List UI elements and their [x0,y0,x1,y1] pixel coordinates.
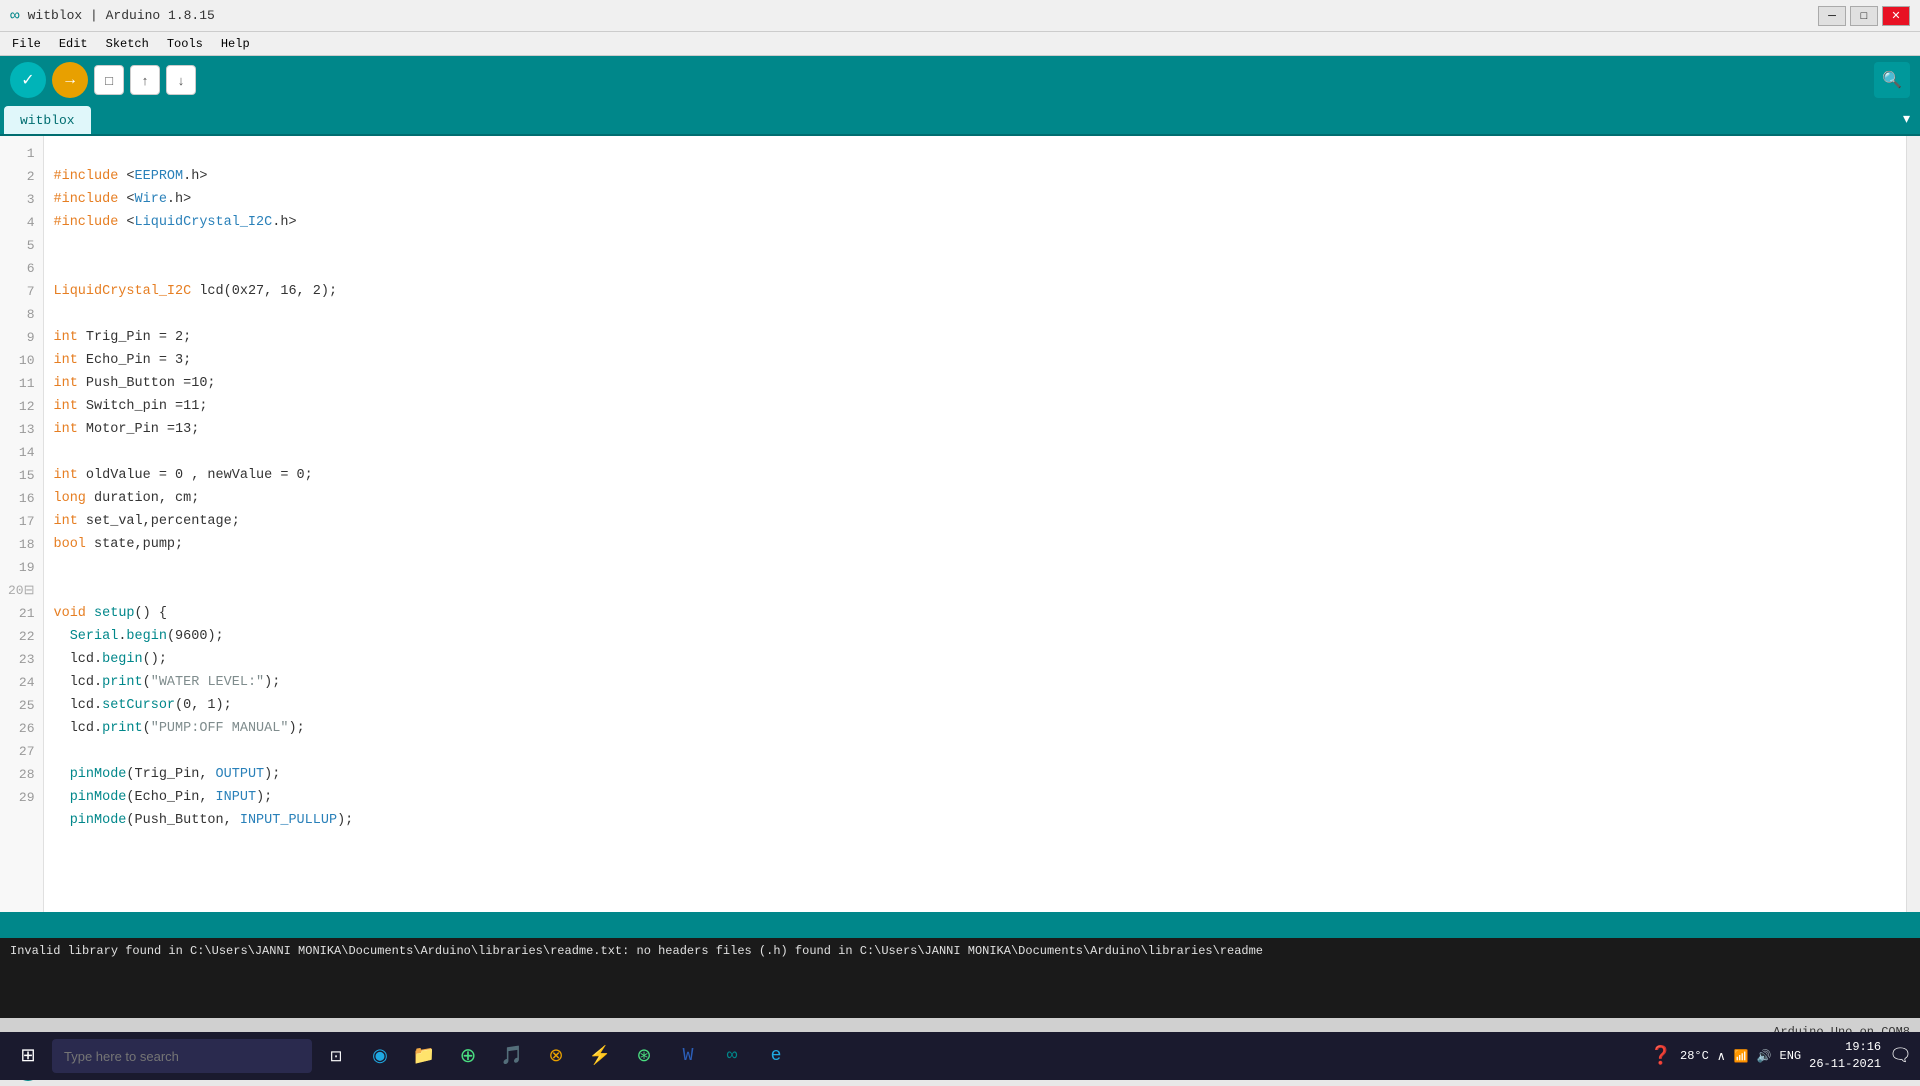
titlebar: ∞ witblox | Arduino 1.8.15 ─ □ ✕ [0,0,1920,32]
taskbar-edge-icon[interactable]: ◉ [360,1036,400,1076]
console-message: Invalid library found in C:\Users\JANNI … [10,944,1263,958]
menu-file[interactable]: File [4,35,49,53]
tab-witblox[interactable]: witblox [4,106,91,134]
menu-tools[interactable]: Tools [159,35,211,53]
menu-help[interactable]: Help [213,35,258,53]
upload-button[interactable]: → [52,62,88,98]
taskbar-clock: 19:16 26-11-2021 [1809,1039,1881,1073]
taskbar-wifi-icon: 📶 [1734,1049,1749,1064]
tabbar: witblox ▾ [0,104,1920,136]
taskbar-help-icon: ❓ [1650,1045,1672,1067]
taskbar-explorer-icon[interactable]: 📁 [404,1036,444,1076]
line-numbers: 1 2 3 4 5 6 7 8 9 10 11 12 13 14 15 16 1… [0,136,44,912]
taskbar-ie-icon[interactable]: e [756,1036,796,1076]
minimize-button[interactable]: ─ [1818,6,1846,26]
taskbar: ⊞ ⊡ ◉ 📁 ⊕ 🎵 ⊗ ⚡ ⊛ W ∞ e ❓ 28°C ∧ 📶 🔊 ENG… [0,1032,1920,1080]
new-button[interactable]: □ [94,65,124,95]
titlebar-left: ∞ witblox | Arduino 1.8.15 [10,7,215,25]
open-button[interactable]: ↑ [130,65,160,95]
app-icon: ∞ [10,7,20,25]
taskbar-time: 19:16 [1809,1039,1881,1056]
output-bar [0,912,1920,938]
maximize-button[interactable]: □ [1850,6,1878,26]
taskbar-view-button[interactable]: ⊡ [316,1036,356,1076]
taskbar-notification-icon[interactable]: 🗨 [1889,1045,1912,1067]
verify-button[interactable]: ✓ [10,62,46,98]
taskbar-flash-icon[interactable]: ⚡ [580,1036,620,1076]
menubar: File Edit Sketch Tools Help [0,32,1920,56]
app-title: witblox | Arduino 1.8.15 [28,8,215,23]
menu-edit[interactable]: Edit [51,35,96,53]
editor-scrollbar[interactable] [1906,136,1920,912]
taskbar-chrome2-icon[interactable]: ⊛ [624,1036,664,1076]
search-button[interactable]: 🔍 [1874,62,1910,98]
taskbar-chrome-icon[interactable]: ⊗ [536,1036,576,1076]
menu-sketch[interactable]: Sketch [98,35,157,53]
taskbar-browser-icon[interactable]: ⊕ [448,1036,488,1076]
save-button[interactable]: ↓ [166,65,196,95]
taskbar-zoom-icon[interactable]: 🎵 [492,1036,532,1076]
taskbar-arduino-icon[interactable]: ∞ [712,1036,752,1076]
taskbar-weather: 28°C [1680,1049,1709,1063]
taskbar-volume-icon: 🔊 [1757,1049,1772,1064]
taskbar-right: ❓ 28°C ∧ 📶 🔊 ENG 19:16 26-11-2021 🗨 [1650,1039,1912,1073]
toolbar: ✓ → □ ↑ ↓ 🔍 [0,56,1920,104]
taskbar-date: 26-11-2021 [1809,1056,1881,1073]
taskbar-lang: ENG [1780,1049,1802,1063]
taskbar-word-icon[interactable]: W [668,1036,708,1076]
tab-label: witblox [20,113,75,128]
console-area: Invalid library found in C:\Users\JANNI … [0,938,1920,1018]
code-editor: 1 2 3 4 5 6 7 8 9 10 11 12 13 14 15 16 1… [0,136,1920,912]
code-area[interactable]: #include <EEPROM.h> #include <Wire.h> #i… [44,136,1907,912]
titlebar-controls[interactable]: ─ □ ✕ [1818,6,1910,26]
taskbar-up-icon: ∧ [1717,1049,1726,1064]
close-button[interactable]: ✕ [1882,6,1910,26]
start-button[interactable]: ⊞ [8,1036,48,1076]
taskbar-search[interactable] [52,1039,312,1073]
tab-dropdown-button[interactable]: ▾ [1893,102,1920,134]
